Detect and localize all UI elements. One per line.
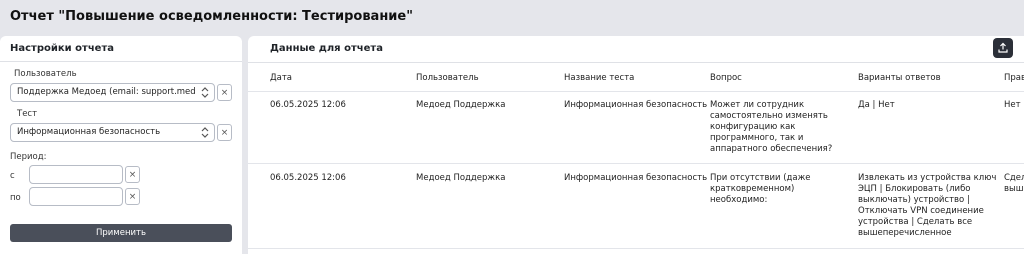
settings-title: Настройки отчета xyxy=(10,43,115,54)
chevron-updown-icon xyxy=(199,125,211,140)
date-from-label: с xyxy=(10,171,15,181)
col-header-correct: Прав xyxy=(1004,73,1024,83)
report-data-panel: Данные для отчета Дата Пользователь Назв… xyxy=(248,36,1024,254)
apply-button[interactable]: Применить xyxy=(10,224,232,242)
settings-divider xyxy=(0,61,242,62)
date-to-label: по xyxy=(10,193,21,203)
data-panel-divider xyxy=(248,62,1024,63)
clear-date-from-button[interactable]: × xyxy=(125,166,140,183)
cell-user: Медоед Поддержка xyxy=(416,173,506,183)
row-divider xyxy=(248,163,1024,164)
cell-date: 06.05.2025 12:06 xyxy=(270,173,346,183)
clear-user-button[interactable]: × xyxy=(217,84,232,101)
cell-answers: Да | Нет xyxy=(858,100,895,110)
clear-date-to-button[interactable]: × xyxy=(125,188,140,205)
cell-answers: Извлекать из устройства ключ ЭЦП | Блоки… xyxy=(858,173,997,238)
data-panel-title: Данные для отчета xyxy=(270,43,383,54)
cell-user: Медоед Поддержка xyxy=(416,100,506,110)
cell-test: Информационная безопасность xyxy=(564,100,708,110)
test-label: Тест xyxy=(17,109,38,119)
test-select-value: Информационная безопасность xyxy=(17,127,161,137)
user-select[interactable]: Поддержка Медоед (email: support.medoed@… xyxy=(10,83,215,102)
col-header-user: Пользователь xyxy=(416,73,479,83)
col-header-question: Вопрос xyxy=(710,73,742,83)
upload-icon xyxy=(998,42,1008,53)
report-settings-panel: Настройки отчета Пользователь Поддержка … xyxy=(0,36,242,254)
page-title: Отчет "Повышение осведомленности: Тестир… xyxy=(10,9,414,24)
chevron-updown-icon xyxy=(199,85,211,100)
cell-question: Может ли сотрудник самостоятельно изменя… xyxy=(710,100,833,154)
cell-correct: Нет xyxy=(1004,100,1021,110)
user-select-value: Поддержка Медоед (email: support.medoed@… xyxy=(17,87,196,97)
col-header-test: Название теста xyxy=(564,73,635,83)
col-header-date: Дата xyxy=(270,73,293,83)
period-label: Период: xyxy=(10,152,47,162)
date-from-input[interactable] xyxy=(29,165,123,184)
test-select[interactable]: Информационная безопасность xyxy=(10,123,215,142)
cell-correct: Сдел выше xyxy=(1004,173,1024,194)
row-divider xyxy=(248,248,1024,249)
clear-test-button[interactable]: × xyxy=(217,124,232,141)
user-label: Пользователь xyxy=(14,69,77,79)
header-divider xyxy=(248,91,1024,92)
export-button[interactable] xyxy=(993,38,1013,58)
cell-question: При отсутствии (даже кратковременном) не… xyxy=(710,173,811,205)
col-header-answers: Варианты ответов xyxy=(858,73,941,83)
cell-test: Информационная безопасность xyxy=(564,173,708,183)
date-to-input[interactable] xyxy=(29,187,123,206)
cell-date: 06.05.2025 12:06 xyxy=(270,100,346,110)
